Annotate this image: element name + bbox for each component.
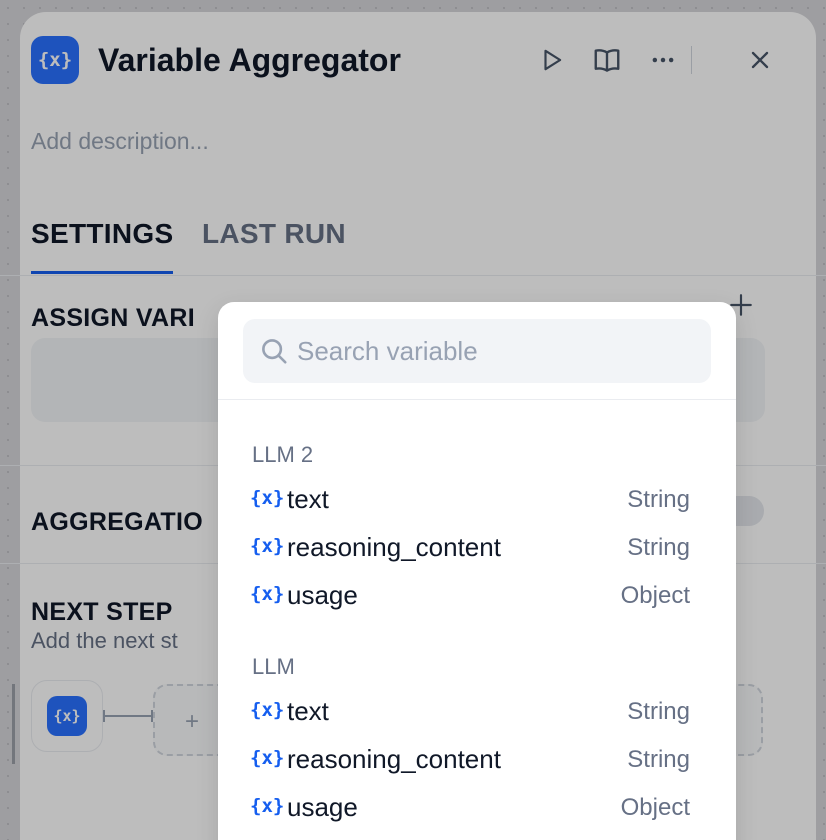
variable-type: String xyxy=(627,698,690,725)
variable-icon: {x} xyxy=(250,583,285,605)
variable-icon: {x} xyxy=(250,535,285,557)
variable-type: String xyxy=(627,746,690,773)
search-icon xyxy=(262,339,287,364)
variable-name: reasoning_content xyxy=(287,532,501,562)
variable-group-label: LLM 2 xyxy=(252,442,314,467)
variable-option[interactable]: {x} usage Object xyxy=(232,785,722,833)
variable-option[interactable]: {x} reasoning_content String xyxy=(232,737,722,785)
variable-type: Object xyxy=(620,582,690,609)
variable-option[interactable]: {x} reasoning_content String xyxy=(232,525,722,573)
variable-option[interactable]: {x} text String xyxy=(232,689,722,737)
search-variable-input[interactable] xyxy=(297,319,697,383)
popup-divider xyxy=(218,399,736,400)
search-box[interactable] xyxy=(243,319,711,383)
variable-type: Object xyxy=(620,794,690,821)
variable-icon: {x} xyxy=(250,747,285,769)
variable-type: String xyxy=(627,486,690,513)
variable-icon: {x} xyxy=(250,795,285,817)
variable-icon: {x} xyxy=(250,699,285,721)
variable-type: String xyxy=(627,534,690,561)
variable-option[interactable]: {x} usage Object xyxy=(232,573,722,621)
variable-group-label: LLM xyxy=(252,654,295,679)
variable-name: reasoning_content xyxy=(287,744,501,774)
variable-name: text xyxy=(287,696,329,726)
variable-name: text xyxy=(287,484,329,514)
variable-name: usage xyxy=(287,792,358,822)
variable-option[interactable]: {x} text String xyxy=(232,477,722,525)
variable-icon: {x} xyxy=(250,487,285,509)
variable-name: usage xyxy=(287,580,358,610)
